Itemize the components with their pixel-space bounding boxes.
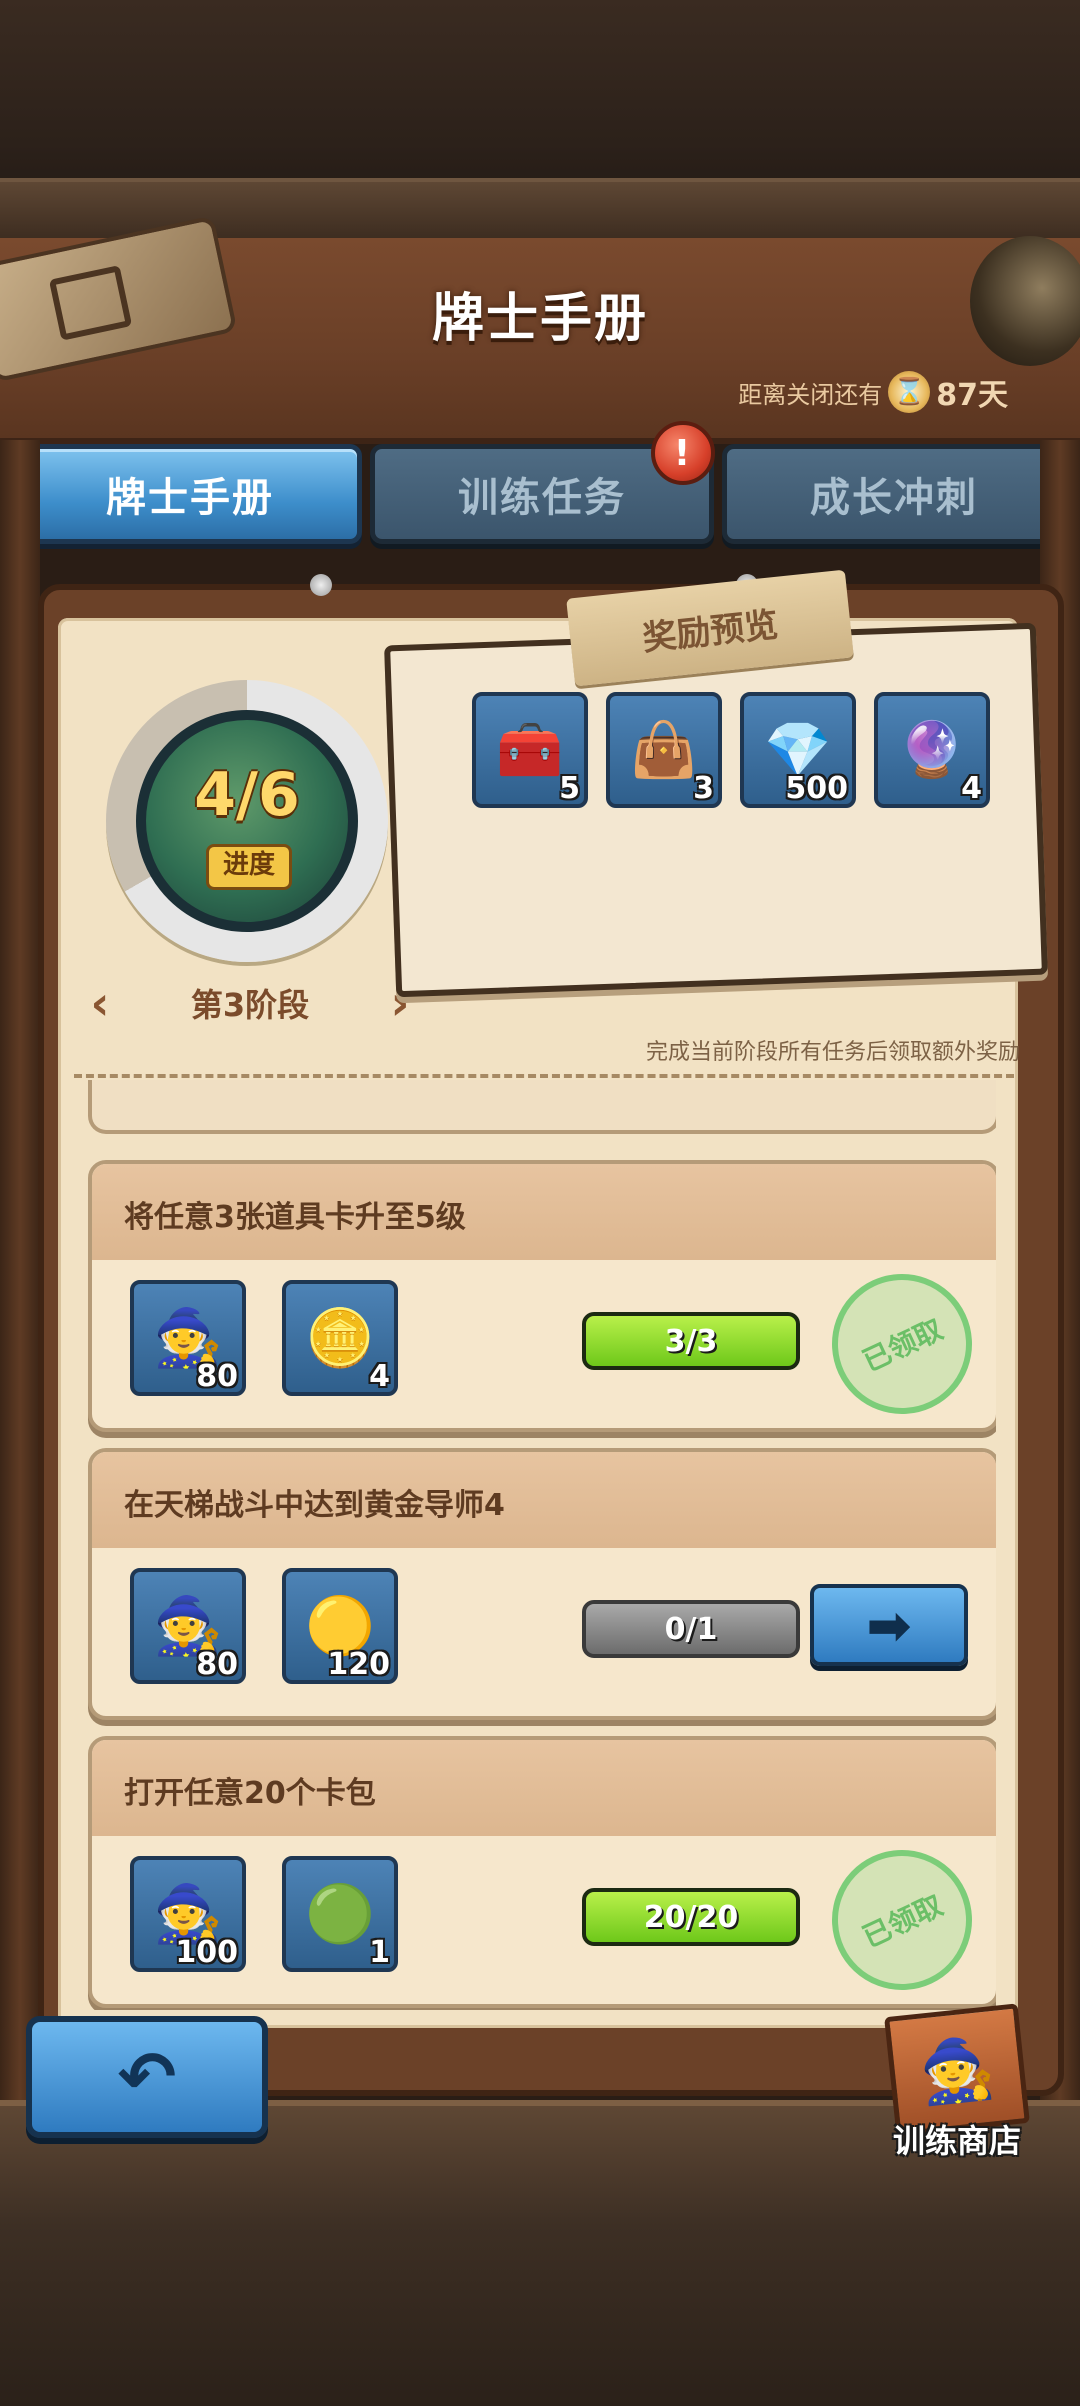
task-reward[interactable]: 🪙 4	[282, 1280, 398, 1396]
close-timer: 距离关闭还有 ⌛ 87天	[738, 371, 1008, 413]
back-arrow-icon: ↶	[117, 2036, 177, 2118]
timer-label: 距离关闭还有	[738, 380, 883, 409]
bronze-chest-icon: 🧰	[496, 718, 564, 781]
task-reward[interactable]: 🟡 120	[282, 1568, 398, 1684]
reward-item[interactable]: 👜 3	[606, 692, 722, 808]
left-wood-frame	[0, 440, 40, 2100]
reward-item[interactable]: 🧰 5	[472, 692, 588, 808]
divider	[74, 1074, 1014, 1078]
task-progress-bar: 20/20	[582, 1888, 800, 1946]
go-button[interactable]: ➡	[810, 1584, 968, 1666]
task-title: 打开任意20个卡包	[124, 1776, 376, 1811]
tab-bar: 牌士手册 训练任务 ! 成长冲刺	[18, 421, 1066, 544]
stage-selector: ‹ 第3阶段 ›	[80, 976, 420, 1030]
shop-label: 训练商店	[892, 2122, 1021, 2160]
task-title: 将任意3张道具卡升至5级	[124, 1200, 466, 1235]
task-reward[interactable]: 🧙 80	[130, 1280, 246, 1396]
task-progress-bar: 3/3	[582, 1312, 800, 1370]
crystal-coin-icon: 🪙	[305, 1306, 375, 1371]
reward-hint: 完成当前阶段所有任务后领取额外奖励	[645, 1040, 1020, 1065]
hourglass-icon: ⌛	[888, 371, 931, 413]
back-button[interactable]: ↶	[26, 2016, 268, 2138]
green-emerald-icon: 🟢	[305, 1882, 375, 1947]
purple-chest-icon: 👜	[630, 718, 698, 781]
reward-item[interactable]: 💎 500	[740, 692, 856, 808]
chevron-left-icon[interactable]: ‹	[80, 976, 120, 1030]
reward-preview-paper	[384, 622, 1048, 998]
progress-value: 4/6	[194, 760, 300, 830]
reward-qty: 3	[693, 771, 714, 806]
progress-label: 进度	[206, 844, 292, 890]
reward-qty: 500	[785, 771, 848, 806]
task-reward-qty: 120	[327, 1647, 390, 1682]
task-progress-bar: 0/1	[582, 1600, 800, 1658]
reward-qty: 4	[961, 771, 982, 806]
tab-training-tasks[interactable]: 训练任务 !	[370, 421, 715, 544]
task-reward-qty: 1	[369, 1935, 390, 1970]
training-shop-button[interactable]: 🧙 训练商店	[872, 2003, 1042, 2160]
pin-icon	[310, 574, 332, 596]
timer-days: 87天	[936, 378, 1008, 413]
task-list[interactable]: 将任意3张道具卡升至5级 🧙 80 🪙 4 3/3 已领取 在天梯战斗中达到黄金…	[88, 1080, 996, 2010]
previous-task-card	[88, 1080, 996, 1134]
tab-training-tasks-label: 训练任务	[458, 475, 626, 521]
rainbow-orb-icon: 🔮	[898, 718, 966, 781]
task-card: 在天梯战斗中达到黄金导师4 🧙 80 🟡 120 0/1 ➡	[88, 1448, 996, 1720]
task-reward-qty: 80	[196, 1359, 238, 1394]
page-title: 牌士手册	[431, 289, 648, 349]
task-reward-qty: 4	[369, 1359, 390, 1394]
tab-handbook[interactable]: 牌士手册	[18, 444, 362, 544]
task-reward[interactable]: 🟢 1	[282, 1856, 398, 1972]
reward-item[interactable]: 🔮 4	[874, 692, 990, 808]
alert-badge-icon: !	[651, 421, 715, 485]
task-card: 打开任意20个卡包 🧙 100 🟢 1 20/20 已领取	[88, 1736, 996, 2008]
task-reward[interactable]: 🧙 80	[130, 1568, 246, 1684]
task-card: 将任意3张道具卡升至5级 🧙 80 🪙 4 3/3 已领取	[88, 1160, 996, 1432]
stage-label: 第3阶段	[190, 986, 310, 1024]
claimed-stamp: 已领取	[808, 1250, 996, 1428]
task-reward-qty: 80	[196, 1647, 238, 1682]
reward-preview-items: 🧰 5 👜 3 💎 500 🔮 4	[472, 692, 990, 808]
claimed-stamp: 已领取	[808, 1826, 996, 2004]
reward-qty: 5	[559, 771, 580, 806]
task-title: 在天梯战斗中达到黄金导师4	[124, 1488, 505, 1523]
arrow-right-icon: ➡	[866, 1593, 912, 1657]
task-reward[interactable]: 🧙 100	[130, 1856, 246, 1972]
task-reward-qty: 100	[175, 1935, 238, 1970]
tab-growth-sprint[interactable]: 成长冲刺	[722, 444, 1066, 544]
